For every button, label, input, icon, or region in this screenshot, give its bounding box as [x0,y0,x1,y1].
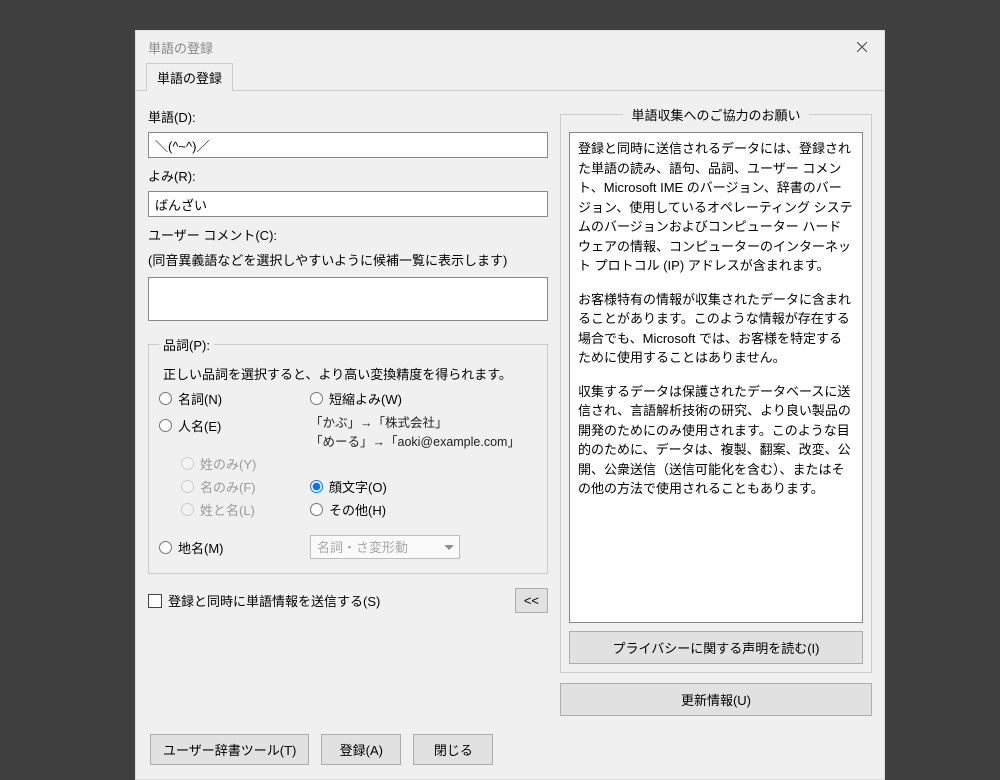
part-of-speech-group: 品詞(P): 正しい品詞を選択すると、より高い変換精度を得られます。 名詞(N)… [148,335,548,574]
close-button[interactable]: 閉じる [413,734,493,765]
comment-hint: (同音異義語などを選択しやすいように候補一覧に表示します) [148,250,548,269]
radio-surname-only[interactable]: 姓のみ(Y) [181,454,304,473]
reading-input[interactable] [148,191,548,217]
consent-text-box[interactable]: 登録と同時に送信されるデータには、登録された単語の読み、語句、品詞、ユーザー コ… [569,132,863,623]
register-button[interactable]: 登録(A) [321,734,401,765]
consent-para-3: 収集するデータは保護されたデータベースに送信され、言語解析技術の研究、より良い製… [578,382,854,499]
radio-other[interactable]: その他(H) [310,500,537,519]
reading-label: よみ(R): [148,166,548,185]
word-register-dialog: 単語の登録 単語の登録 単語(D): よみ(R): ユーザー コメント(C): … [135,30,885,780]
radio-short-reading[interactable]: 短縮よみ(W) [310,389,537,408]
collapse-button[interactable]: << [515,588,548,613]
subtype-select[interactable]: 名詞・さ変形動 [310,535,460,559]
radio-given-only[interactable]: 名のみ(F) [181,477,304,496]
radio-place-name[interactable]: 地名(M) [159,538,304,557]
word-input[interactable] [148,132,548,158]
radio-both-names[interactable]: 姓と名(L) [181,500,304,519]
pos-legend: 品詞(P): [159,335,214,354]
titlebar: 単語の登録 [136,31,884,63]
dialog-footer: ユーザー辞書ツール(T) 登録(A) 閉じる [136,724,884,779]
comment-label: ユーザー コメント(C): [148,225,548,244]
privacy-statement-button[interactable]: プライバシーに関する声明を読む(I) [569,631,863,664]
consent-legend: 単語収集へのご協力のお願い [623,105,808,124]
pos-instruction: 正しい品詞を選択すると、より高い変換精度を得られます。 [163,364,537,383]
checkbox-icon [148,594,162,608]
word-label: 単語(D): [148,107,548,126]
send-on-register-checkbox[interactable]: 登録と同時に単語情報を送信する(S) [148,591,380,610]
radio-kaomoji[interactable]: 顔文字(O) [310,477,537,496]
right-column: 単語収集へのご協力のお願い 登録と同時に送信されるデータには、登録された単語の読… [560,105,872,716]
radio-noun[interactable]: 名詞(N) [159,389,304,408]
close-icon[interactable] [840,31,884,63]
consent-para-2: お客様特有の情報が収集されたデータに含まれることがあります。このような情報が存在… [578,290,854,368]
comment-input[interactable] [148,277,548,321]
short-reading-examples: 「かぶ」→「株式会社」 「めーる」→「aoki@example.com」 [310,412,537,450]
consent-group: 単語収集へのご協力のお願い 登録と同時に送信されるデータには、登録された単語の読… [560,105,872,673]
update-info-button[interactable]: 更新情報(U) [560,683,872,716]
user-dictionary-tool-button[interactable]: ユーザー辞書ツール(T) [150,734,309,765]
consent-para-1: 登録と同時に送信されるデータには、登録された単語の読み、語句、品詞、ユーザー コ… [578,139,854,276]
left-column: 単語(D): よみ(R): ユーザー コメント(C): (同音異義語などを選択し… [148,105,548,716]
radio-person-name[interactable]: 人名(E) [159,416,304,435]
window-title: 単語の登録 [148,38,213,57]
tab-word-register[interactable]: 単語の登録 [146,63,233,91]
tabstrip: 単語の登録 [136,63,884,91]
